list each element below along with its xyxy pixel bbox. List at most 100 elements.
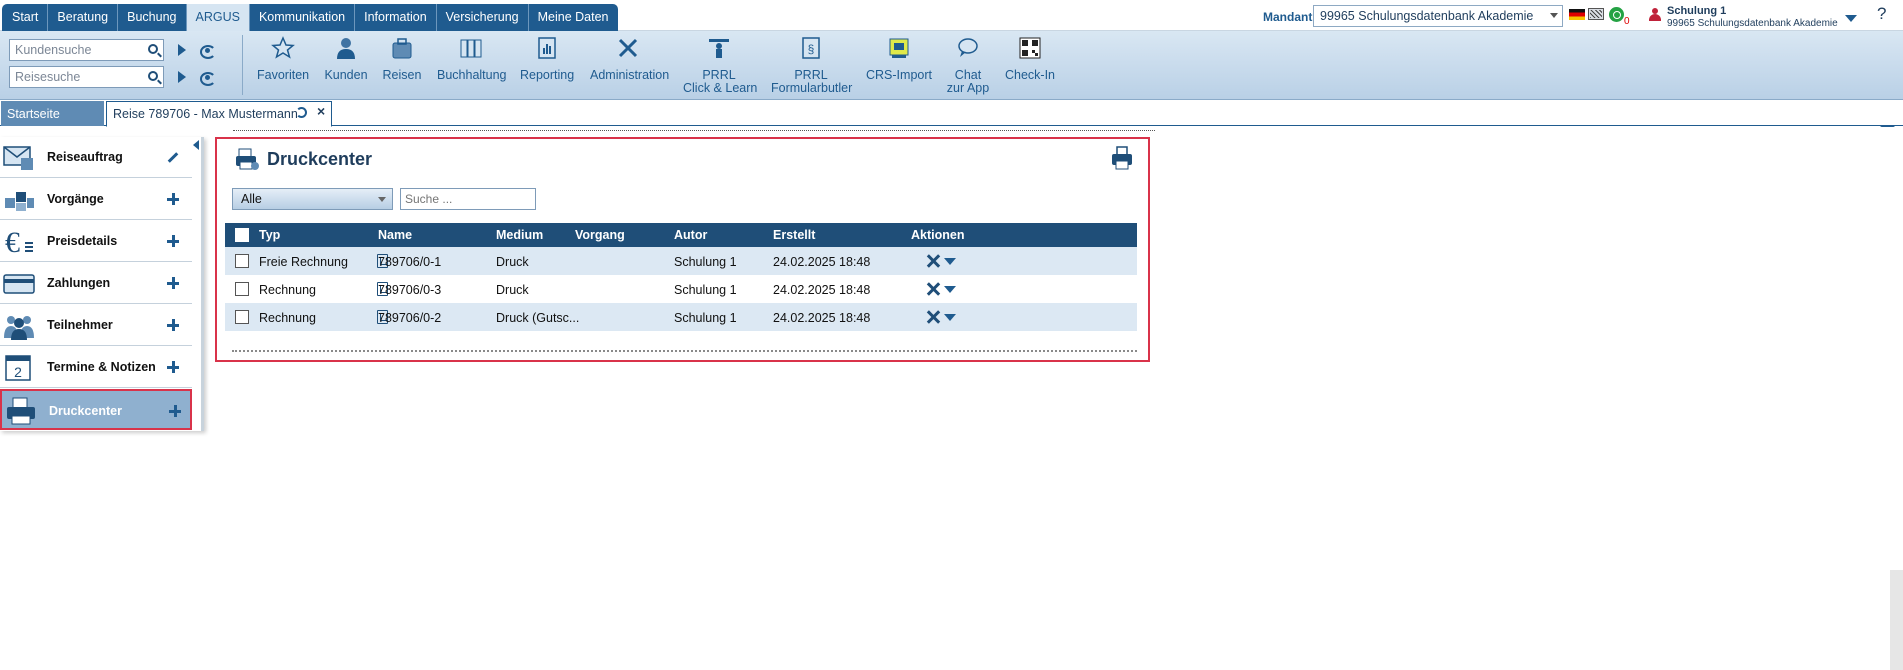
binders-icon [460, 39, 482, 58]
mandant-select[interactable]: 99965 Schulungsdatenbank Akademie [1313, 5, 1563, 27]
plus-icon[interactable] [169, 405, 181, 417]
tool-reporting[interactable]: Reporting [520, 37, 574, 82]
sidebar-item-vorgaenge[interactable]: Vorgänge [0, 179, 192, 220]
column-name[interactable]: Name [378, 228, 412, 242]
tool-chat-label-2: zur App [946, 81, 990, 95]
envelope-icon [3, 146, 33, 170]
column-autor[interactable]: Autor [674, 228, 707, 242]
select-all-checkbox[interactable] [235, 228, 249, 242]
type-filter-value: Alle [241, 192, 262, 206]
sidebar-item-termine-notizen[interactable]: 2 Termine & Notizen [0, 347, 192, 388]
kunden-search-input[interactable]: Kundensuche [9, 39, 164, 61]
reise-go-icon[interactable] [178, 71, 186, 83]
suitcase-icon [392, 38, 412, 59]
collapse-sidebar-icon[interactable] [193, 138, 201, 152]
reise-search-input[interactable]: Reisesuche [9, 66, 164, 88]
tool-favoriten-label: Favoriten [257, 68, 310, 82]
help-icon[interactable]: ? [1877, 4, 1886, 24]
menu-versicherung[interactable]: Versicherung [437, 4, 529, 31]
row-checkbox[interactable] [235, 310, 249, 324]
cell-autor: Schulung 1 [674, 255, 737, 269]
documents-table: Typ Name Medium Vorgang Autor Erstellt A… [225, 223, 1137, 331]
column-typ[interactable]: Typ [259, 228, 280, 242]
plus-icon[interactable] [167, 277, 179, 289]
menu-buchung[interactable]: Buchung [118, 4, 187, 31]
tools-icon[interactable] [925, 253, 941, 269]
row-checkbox[interactable] [235, 254, 249, 268]
top-bar: Start Beratung Buchung ARGUS Kommunikati… [0, 0, 1903, 31]
tool-favoriten[interactable]: Favoriten [257, 36, 310, 82]
menu-meine-daten[interactable]: Meine Daten [529, 4, 618, 31]
table-header: Typ Name Medium Vorgang Autor Erstellt A… [225, 223, 1137, 247]
menu-start[interactable]: Start [3, 4, 49, 31]
sidebar-item-reiseauftrag[interactable]: Reiseauftrag [0, 137, 192, 178]
refresh-icon[interactable] [296, 107, 307, 118]
search-icon[interactable] [148, 71, 158, 81]
plus-icon[interactable] [167, 361, 179, 373]
sidebar-item-zahlungen[interactable]: Zahlungen [0, 263, 192, 304]
user-name[interactable]: Schulung 1 [1667, 5, 1726, 17]
tools-icon[interactable] [925, 281, 941, 297]
cell-medium: Druck [496, 255, 529, 269]
plus-icon[interactable] [167, 193, 179, 205]
row-actions-chevron-icon[interactable] [944, 258, 956, 265]
menu-information[interactable]: Information [355, 4, 437, 31]
tool-administration-label: Administration [590, 68, 670, 82]
column-erstellt[interactable]: Erstellt [773, 228, 815, 242]
main-menu: Start Beratung Buchung ARGUS Kommunikati… [2, 4, 619, 31]
tool-crs-import[interactable]: CRS-Import [866, 38, 932, 82]
tool-buchhaltung[interactable]: Buchhaltung [437, 39, 507, 82]
sidebar-item-teilnehmer[interactable]: Teilnehmer [0, 305, 192, 346]
row-actions-chevron-icon[interactable] [944, 286, 956, 293]
tool-kunden[interactable]: Kunden [324, 38, 368, 82]
tool-chat-zur-app[interactable]: Chat zur App [945, 38, 991, 95]
plus-icon[interactable] [167, 235, 179, 247]
svg-text:§: § [808, 42, 815, 56]
column-medium[interactable]: Medium [496, 228, 543, 242]
tools-icon[interactable] [925, 309, 941, 325]
sidebar-item-preisdetails[interactable]: € Preisdetails [0, 221, 192, 262]
tool-reisen[interactable]: Reisen [381, 38, 423, 82]
sidebar-item-druckcenter[interactable]: Druckcenter [0, 389, 192, 430]
report-icon [538, 37, 556, 59]
row-checkbox[interactable] [235, 282, 249, 296]
chevron-down-icon [1550, 13, 1558, 18]
english-flag-icon[interactable] [1588, 8, 1604, 20]
table-row[interactable]: Rechnung 789706/0-2 Druck (Gutsc... Schu… [225, 303, 1137, 331]
tool-prrl-click-learn[interactable]: PRRL Click & Learn [683, 39, 757, 95]
whatsapp-icon[interactable] [1609, 7, 1624, 22]
reise-history-icon[interactable] [199, 70, 216, 86]
pencil-icon[interactable] [167, 152, 179, 163]
tool-administration[interactable]: Administration [590, 38, 670, 82]
cell-name: 789706/0-3 [378, 283, 442, 297]
tool-check-in[interactable]: Check-In [1004, 37, 1056, 82]
menu-beratung[interactable]: Beratung [48, 4, 119, 31]
german-flag-icon[interactable] [1569, 9, 1585, 20]
user-database: 99965 Schulungsdatenbank Akademie [1667, 18, 1838, 29]
close-icon[interactable]: × [317, 103, 325, 119]
print-icon[interactable] [1111, 146, 1133, 170]
cell-autor: Schulung 1 [674, 283, 737, 297]
credit-card-icon [3, 274, 35, 294]
search-icon[interactable] [148, 44, 158, 54]
menu-argus[interactable]: ARGUS [186, 4, 250, 31]
menu-kommunikation[interactable]: Kommunikation [250, 4, 356, 31]
column-vorgang[interactable]: Vorgang [575, 228, 625, 242]
kunden-history-icon[interactable] [199, 43, 216, 59]
type-filter-select[interactable]: Alle [232, 188, 393, 210]
druckcenter-search-input[interactable] [400, 188, 536, 210]
user-menu-chevron-icon[interactable] [1845, 15, 1857, 22]
tool-prrl-formularbutler[interactable]: § PRRL Formularbutler [771, 37, 852, 95]
page-scrollbar[interactable] [1890, 570, 1903, 670]
page-title: Druckcenter [267, 149, 373, 169]
kunden-go-icon[interactable] [178, 44, 186, 56]
printer-icon [7, 397, 35, 425]
tab-startseite[interactable]: Startseite [1, 101, 104, 126]
sidebar-item-label: Reiseauftrag [47, 150, 123, 164]
plus-icon[interactable] [167, 319, 179, 331]
table-row[interactable]: Freie Rechnung 789706/0-1 Druck Schulung… [225, 247, 1137, 275]
tool-crs-import-label: CRS-Import [866, 68, 932, 82]
table-row[interactable]: Rechnung 789706/0-3 Druck Schulung 1 24.… [225, 275, 1137, 303]
cell-typ: Freie Rechnung [259, 255, 348, 269]
row-actions-chevron-icon[interactable] [944, 314, 956, 321]
